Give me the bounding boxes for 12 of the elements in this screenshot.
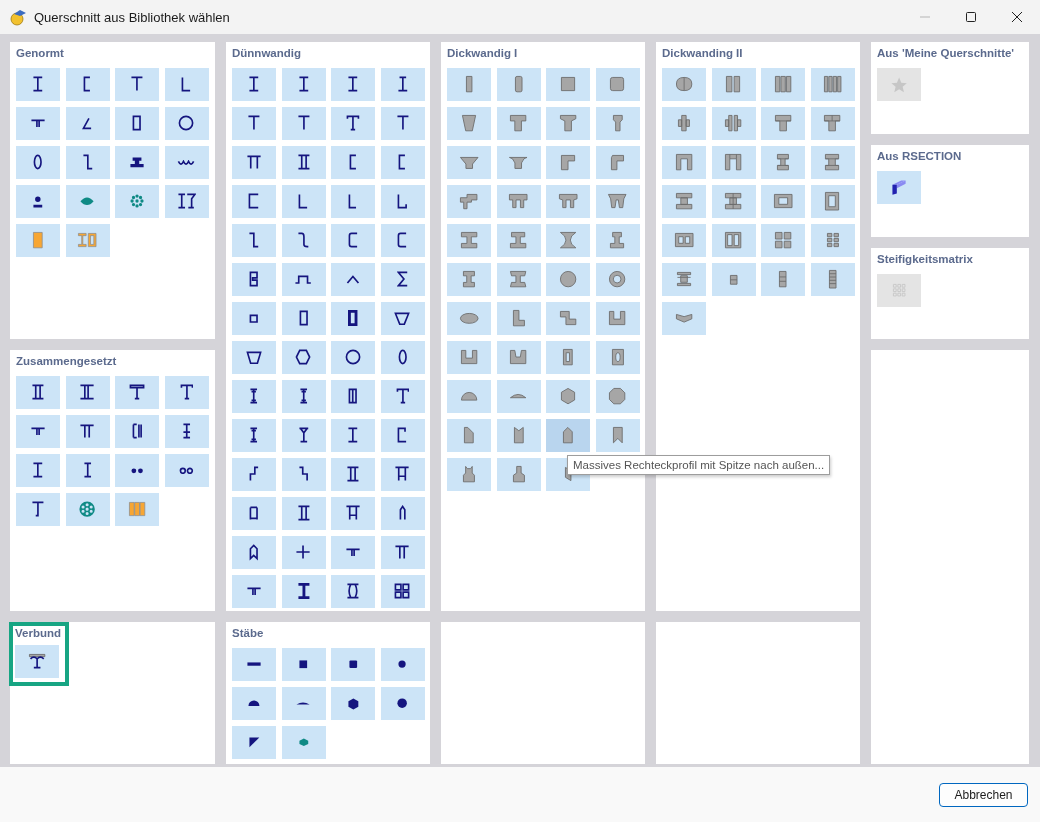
window-title: Querschnitt aus Bibliothek wählen: [34, 9, 230, 25]
panel-title: Genormt: [16, 46, 65, 61]
panel-title: Verbund: [15, 626, 61, 641]
panel-title: Steifigkeitsmatrix: [877, 252, 974, 267]
panel-title: Stäbe: [232, 626, 265, 641]
panel-title: Dünnwandig: [232, 46, 302, 61]
panel-title: Zusammengesetzt: [16, 354, 118, 369]
panel-title: Aus 'Meine Querschnitte': [877, 46, 1016, 61]
tooltip: Massives Rechteckprofil mit Spitze nach außen...: [567, 455, 831, 475]
panel-title: Dickwandig I: [447, 46, 519, 61]
panel-title: Aus RSECTION: [877, 149, 963, 164]
panel-title: Dickwanding II: [662, 46, 744, 61]
